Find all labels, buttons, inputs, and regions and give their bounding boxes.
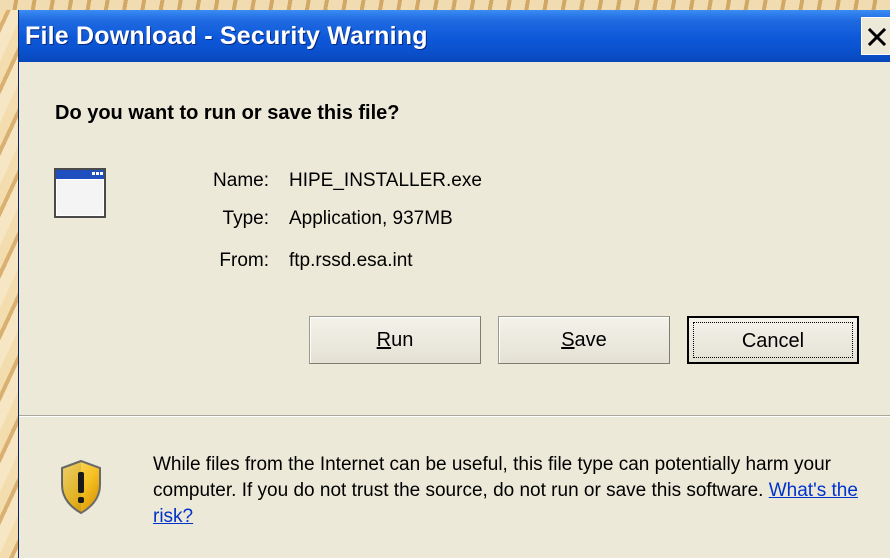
run-label-rest: un: [391, 329, 414, 351]
cancel-button[interactable]: Cancel: [687, 316, 859, 364]
cancel-label: Cancel: [741, 330, 805, 352]
run-mnemonic: R: [376, 329, 392, 351]
close-icon: [868, 28, 886, 46]
shield-warning-icon: [61, 459, 101, 515]
window-title: File Download - Security Warning: [25, 22, 428, 50]
security-warning-dialog: File Download - Security Warning Do you …: [18, 10, 890, 558]
file-source-label: From:: [219, 250, 269, 271]
file-type-value: Application, 937MB: [289, 208, 453, 229]
file-name-label: Name:: [213, 170, 269, 191]
warning-text: While files from the Internet can be use…: [153, 454, 831, 501]
file-source-value: ftp.rssd.esa.int: [289, 250, 413, 271]
run-button[interactable]: Run: [309, 316, 481, 364]
desktop-background-top: [0, 0, 890, 10]
file-name-value: HIPE_INSTALLER.exe: [289, 170, 482, 191]
close-button[interactable]: [861, 17, 890, 55]
application-window-icon: [54, 168, 106, 218]
dialog-question: Do you want to run or save this file?: [55, 102, 400, 124]
file-type-label: Type:: [222, 208, 269, 229]
warning-text-block: While files from the Internet can be use…: [153, 452, 873, 530]
save-button[interactable]: Save: [498, 316, 670, 364]
save-label-rest: ave: [574, 329, 607, 351]
separator: [19, 415, 890, 417]
save-mnemonic: S: [561, 329, 575, 351]
title-bar[interactable]: File Download - Security Warning: [19, 10, 890, 62]
